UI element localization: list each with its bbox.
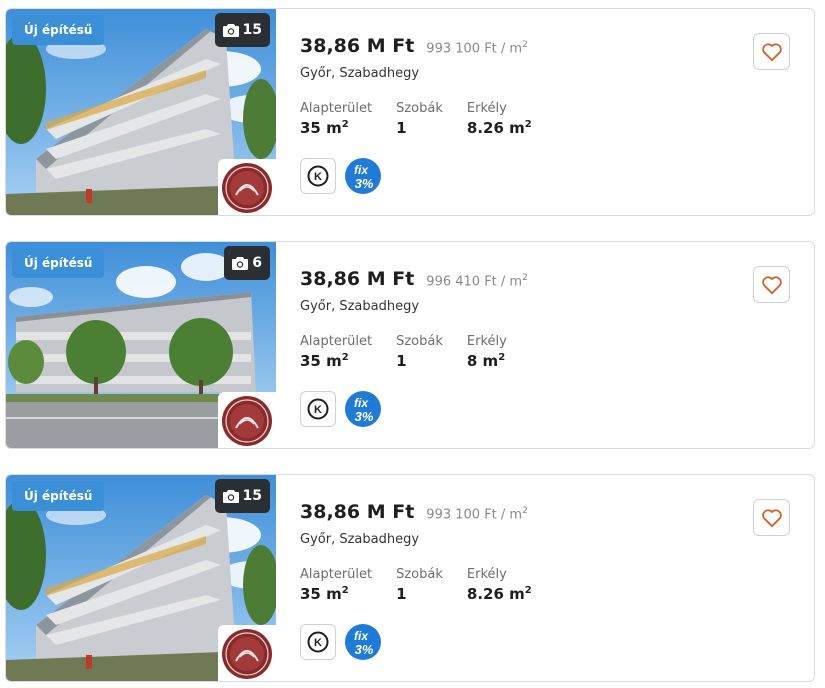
k-circle-icon: K: [307, 398, 329, 420]
camera-icon: [222, 490, 239, 503]
listing-info: 38,86 M Ft 996 410 Ft / m2 Győr, Szabadh…: [300, 268, 528, 314]
photo-count-value: 6: [252, 255, 262, 271]
stat-label: Alapterület: [300, 334, 373, 349]
stat-balcony: Erkély 8.26 m2: [467, 567, 532, 603]
photo-count-value: 15: [242, 488, 262, 504]
k-circle-icon: K: [307, 165, 329, 187]
stat-area: Alapterület 35 m2: [300, 101, 372, 137]
fix-3-percent-icon: fix 3%: [345, 158, 381, 194]
stat-value: 8 m2: [466, 352, 506, 370]
photo-count-value: 15: [242, 22, 262, 38]
stat-label: Szobák: [396, 101, 443, 116]
listing-location: Győr, Szabadhegy: [300, 299, 420, 314]
tag-fix-3-percent[interactable]: fix 3%: [344, 157, 382, 195]
svg-text:K: K: [314, 404, 322, 416]
tag-fix-3-percent[interactable]: fix 3%: [344, 390, 382, 428]
stat-area: Alapterület 35 m2: [300, 567, 372, 603]
stat-value: 35 m2: [300, 585, 349, 603]
listing-card[interactable]: Új építésű 15 38,86 M Ft 993 100 Ft / m2…: [5, 474, 815, 682]
listing-stats: Alapterület 35 m2 Szobák 1 Erkély 8.26 m…: [300, 567, 556, 603]
svg-text:3%: 3%: [355, 176, 374, 191]
listing-tags: K fix 3%: [300, 623, 382, 661]
listing-stats: Alapterület 35 m2 Szobák 1 Erkély 8 m2: [300, 334, 531, 370]
listing-info: 38,86 M Ft 993 100 Ft / m2 Győr, Szabadh…: [300, 35, 528, 81]
stat-value: 1: [396, 585, 407, 603]
stat-label: Alapterület: [300, 101, 373, 116]
listing-photo[interactable]: Új építésű 6: [6, 242, 276, 448]
stat-area: Alapterület 35 m2: [300, 334, 372, 370]
listing-stats: Alapterület 35 m2 Szobák 1 Erkély 8.26 m…: [300, 101, 556, 137]
svg-text:3%: 3%: [355, 409, 374, 424]
listing-location: Győr, Szabadhegy: [300, 66, 420, 81]
agency-logo-emblem: [222, 163, 272, 213]
listing-location: Győr, Szabadhegy: [300, 532, 420, 547]
stat-label: Erkély: [466, 334, 507, 349]
listing-card[interactable]: Új építésű 6 38,86 M Ft 996 410 Ft / m2 …: [5, 241, 815, 449]
heart-outline-icon: [761, 275, 782, 294]
fix-3-percent-icon: fix 3%: [345, 391, 381, 427]
listing-price: 38,86 M Ft: [300, 268, 415, 290]
stat-label: Szobák: [396, 567, 443, 582]
camera-icon: [232, 257, 249, 270]
tag-fix-3-percent[interactable]: fix 3%: [344, 623, 382, 661]
listing-results: Új építésű 15 38,86 M Ft 993 100 Ft / m2…: [0, 0, 825, 688]
stat-label: Erkély: [466, 101, 507, 116]
stat-label: Alapterület: [300, 567, 373, 582]
listing-tags: K fix 3%: [300, 157, 382, 195]
agency-logo[interactable]: [218, 392, 276, 448]
photo-count-badge[interactable]: 15: [214, 13, 270, 47]
stat-value: 1: [396, 119, 407, 137]
stat-value: 1: [396, 352, 407, 370]
agency-logo-emblem: [222, 629, 272, 679]
price-per-sqm: 996 410 Ft / m2: [426, 272, 528, 289]
listing-card[interactable]: Új építésű 15 38,86 M Ft 993 100 Ft / m2…: [5, 8, 815, 216]
stat-rooms: Szobák 1: [396, 567, 443, 603]
stat-balcony: Erkély 8.26 m2: [467, 101, 532, 137]
svg-text:fix: fix: [354, 163, 369, 177]
agency-logo[interactable]: [218, 625, 276, 681]
stat-rooms: Szobák 1: [396, 334, 443, 370]
stat-label: Erkély: [466, 567, 507, 582]
camera-icon: [222, 24, 239, 37]
new-construction-badge: Új építésű: [12, 481, 105, 511]
price-per-sqm: 993 100 Ft / m2: [426, 505, 528, 522]
price-per-sqm: 993 100 Ft / m2: [426, 39, 528, 56]
k-circle-icon: K: [307, 631, 329, 653]
listing-photo[interactable]: Új építésű 15: [6, 9, 276, 215]
listing-info: 38,86 M Ft 993 100 Ft / m2 Győr, Szabadh…: [300, 501, 528, 547]
stat-label: Szobák: [396, 334, 443, 349]
tag-k[interactable]: K: [300, 391, 336, 427]
tag-k[interactable]: K: [300, 158, 336, 194]
stat-value: 8.26 m2: [466, 119, 532, 137]
new-construction-badge: Új építésű: [12, 15, 105, 45]
agency-logo[interactable]: [218, 159, 276, 215]
photo-count-badge[interactable]: 15: [214, 479, 270, 513]
svg-text:K: K: [314, 171, 322, 183]
stat-rooms: Szobák 1: [396, 101, 443, 137]
fix-3-percent-icon: fix 3%: [345, 624, 381, 660]
heart-outline-icon: [761, 508, 782, 527]
svg-text:fix: fix: [354, 396, 369, 410]
new-construction-badge: Új építésű: [12, 248, 105, 278]
stat-balcony: Erkély 8 m2: [467, 334, 507, 370]
favorite-button[interactable]: [753, 499, 790, 536]
favorite-button[interactable]: [753, 266, 790, 303]
favorite-button[interactable]: [753, 33, 790, 70]
heart-outline-icon: [761, 42, 782, 61]
svg-text:K: K: [314, 637, 322, 649]
listing-price: 38,86 M Ft: [300, 501, 415, 523]
listing-tags: K fix 3%: [300, 390, 382, 428]
agency-logo-emblem: [222, 396, 272, 446]
photo-count-badge[interactable]: 6: [224, 246, 270, 280]
svg-text:3%: 3%: [355, 642, 374, 657]
stat-value: 8.26 m2: [466, 585, 532, 603]
stat-value: 35 m2: [300, 119, 349, 137]
listing-photo[interactable]: Új építésű 15: [6, 475, 276, 681]
tag-k[interactable]: K: [300, 624, 336, 660]
svg-text:fix: fix: [354, 629, 369, 643]
stat-value: 35 m2: [300, 352, 349, 370]
listing-price: 38,86 M Ft: [300, 35, 415, 57]
